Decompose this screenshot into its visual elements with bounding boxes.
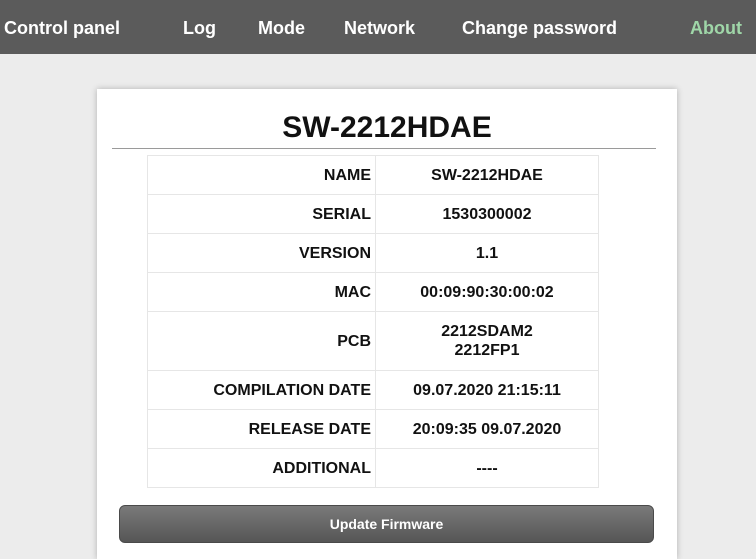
pcb-line-1: 2212SDAM2 <box>441 323 533 340</box>
row-label-release-date: RELEASE DATE <box>148 410 375 448</box>
row-value-release-date: 20:09:35 09.07.2020 <box>376 410 598 448</box>
title-divider <box>112 148 656 149</box>
nav-item-network[interactable]: Network <box>344 18 415 38</box>
table-row: RELEASE DATE 20:09:35 09.07.2020 <box>148 410 598 448</box>
row-value-additional: ---- <box>376 449 598 487</box>
row-value-name: SW-2212HDAE <box>376 156 598 194</box>
nav-item-control-panel[interactable]: Control panel <box>4 18 120 38</box>
row-value-pcb: 2212SDAM2 2212FP1 <box>376 312 598 370</box>
row-value-serial: 1530300002 <box>376 195 598 233</box>
row-label-serial: SERIAL <box>148 195 375 233</box>
device-title: SW-2212HDAE <box>282 111 492 144</box>
table-row: VERSION 1.1 <box>148 234 598 272</box>
update-firmware-button[interactable]: Update Firmware <box>119 505 654 543</box>
device-info-card: SW-2212HDAE NAME SW-2212HDAE SERIAL 1530… <box>97 89 677 559</box>
row-label-compilation-date: COMPILATION DATE <box>148 371 375 409</box>
table-row: MAC 00:09:90:30:00:02 <box>148 273 598 311</box>
row-label-version: VERSION <box>148 234 375 272</box>
row-value-mac: 00:09:90:30:00:02 <box>376 273 598 311</box>
row-label-mac: MAC <box>148 273 375 311</box>
pcb-line-2: 2212FP1 <box>454 342 520 359</box>
table-row: PCB 2212SDAM2 2212FP1 <box>148 312 598 370</box>
nav-item-mode[interactable]: Mode <box>258 18 305 38</box>
nav-item-about[interactable]: About <box>690 18 742 38</box>
device-info-table: NAME SW-2212HDAE SERIAL 1530300002 VERSI… <box>147 155 599 488</box>
table-row: COMPILATION DATE 09.07.2020 21:15:11 <box>148 371 598 409</box>
table-row: ADDITIONAL ---- <box>148 449 598 487</box>
row-value-version: 1.1 <box>376 234 598 272</box>
row-label-additional: ADDITIONAL <box>148 449 375 487</box>
top-navigation-bar: Control panel Log Mode Network Change pa… <box>0 0 756 54</box>
nav-item-change-password[interactable]: Change password <box>462 18 617 38</box>
table-row: NAME SW-2212HDAE <box>148 156 598 194</box>
row-label-pcb: PCB <box>148 312 375 370</box>
nav-item-log[interactable]: Log <box>183 18 216 38</box>
row-value-compilation-date: 09.07.2020 21:15:11 <box>376 371 598 409</box>
row-label-name: NAME <box>148 156 375 194</box>
table-row: SERIAL 1530300002 <box>148 195 598 233</box>
